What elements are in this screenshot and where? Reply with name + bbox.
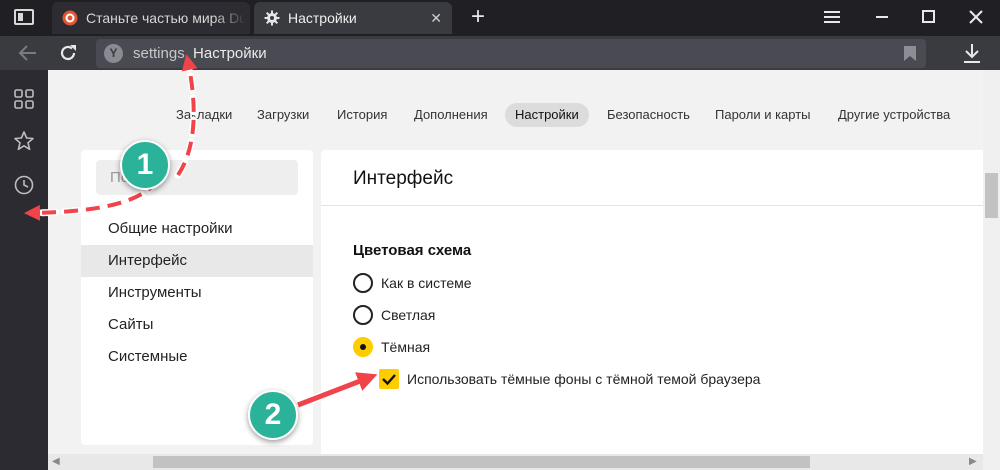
sidebar-item-system[interactable]: Системные bbox=[81, 341, 313, 373]
sidebar-item-sites[interactable]: Сайты bbox=[81, 309, 313, 341]
close-tab-icon[interactable]: ✕ bbox=[430, 2, 442, 34]
tab-settings[interactable]: Настройки ✕ bbox=[254, 2, 452, 34]
maximize-icon[interactable] bbox=[916, 6, 940, 28]
vertical-scroll-thumb[interactable] bbox=[985, 173, 998, 218]
tab-duckduckgo[interactable]: Станьте частью мира Duckduck bbox=[52, 2, 250, 34]
back-arrow-icon[interactable] bbox=[16, 41, 40, 65]
tab-label: Станьте частью мира Duckduck bbox=[86, 10, 250, 26]
minimize-icon[interactable] bbox=[870, 6, 894, 28]
top-nav-settings[interactable]: Настройки bbox=[505, 103, 589, 127]
sidebar-item-general[interactable]: Общие настройки bbox=[81, 213, 313, 245]
address-host: settings bbox=[133, 45, 185, 62]
divider bbox=[321, 205, 985, 206]
horizontal-scroll-thumb[interactable] bbox=[153, 456, 810, 468]
address-bar[interactable]: Y settings Настройки bbox=[96, 39, 926, 68]
star-icon[interactable] bbox=[13, 130, 35, 152]
close-window-icon[interactable] bbox=[964, 6, 988, 28]
scroll-left-arrow-icon[interactable]: ◀ bbox=[52, 456, 60, 467]
yandex-logo-icon: Y bbox=[104, 44, 123, 63]
sidebar-toggle-icon[interactable] bbox=[14, 9, 34, 25]
radio-button[interactable] bbox=[353, 273, 373, 293]
top-nav-extensions[interactable]: Дополнения bbox=[404, 103, 498, 127]
address-title: Настройки bbox=[193, 45, 267, 62]
address-text: settings Настройки bbox=[133, 39, 267, 68]
top-nav-passwords[interactable]: Пароли и карты bbox=[705, 103, 821, 127]
title-bar: Станьте частью мира Duckduck Настройки ✕… bbox=[0, 0, 1000, 36]
top-nav-history[interactable]: История bbox=[327, 103, 397, 127]
settings-page: Закладки Загрузки История Дополнения Нас… bbox=[48, 70, 1000, 470]
navigation-bar: Y settings Настройки bbox=[0, 36, 1000, 70]
history-clock-icon[interactable] bbox=[13, 174, 35, 196]
checkbox-checked-icon[interactable] bbox=[379, 369, 399, 389]
settings-panel: Интерфейс Цветовая схема Как в системе С… bbox=[321, 150, 985, 470]
radio-button[interactable] bbox=[353, 305, 373, 325]
scroll-right-arrow-icon[interactable]: ▶ bbox=[969, 456, 977, 467]
sidebar-item-interface[interactable]: Интерфейс bbox=[81, 245, 313, 277]
checkbox-label: Использовать тёмные фоны с тёмной темой … bbox=[407, 371, 761, 387]
top-nav-security[interactable]: Безопасность bbox=[597, 103, 700, 127]
apps-grid-icon[interactable] bbox=[13, 88, 35, 110]
radio-label: Светлая bbox=[381, 307, 436, 323]
color-scheme-title: Цветовая схема bbox=[353, 242, 472, 259]
top-nav-downloads[interactable]: Загрузки bbox=[247, 103, 319, 127]
annotation-badge-2: 2 bbox=[248, 390, 298, 440]
new-tab-button[interactable]: + bbox=[466, 4, 490, 30]
vertical-scrollbar[interactable] bbox=[983, 70, 1000, 470]
tab-label: Настройки bbox=[288, 10, 357, 26]
browser-side-panel bbox=[0, 70, 48, 470]
radio-button-checked[interactable] bbox=[353, 337, 373, 357]
top-nav-other-devices[interactable]: Другие устройства bbox=[828, 103, 960, 127]
annotation-badge-1: 1 bbox=[120, 140, 170, 190]
reload-icon[interactable] bbox=[56, 41, 80, 65]
menu-icon[interactable] bbox=[820, 6, 844, 28]
radio-label: Тёмная bbox=[381, 339, 431, 355]
top-nav-bookmarks[interactable]: Закладки bbox=[166, 103, 242, 127]
section-title: Интерфейс bbox=[353, 168, 454, 189]
gear-icon bbox=[264, 10, 280, 26]
radio-label: Как в системе bbox=[381, 275, 472, 291]
duckduckgo-favicon-icon bbox=[62, 10, 78, 26]
download-icon[interactable] bbox=[960, 41, 984, 65]
sidebar-item-tools[interactable]: Инструменты bbox=[81, 277, 313, 309]
horizontal-scrollbar[interactable]: ◀ ▶ bbox=[48, 454, 983, 470]
bookmark-icon[interactable] bbox=[904, 46, 916, 61]
